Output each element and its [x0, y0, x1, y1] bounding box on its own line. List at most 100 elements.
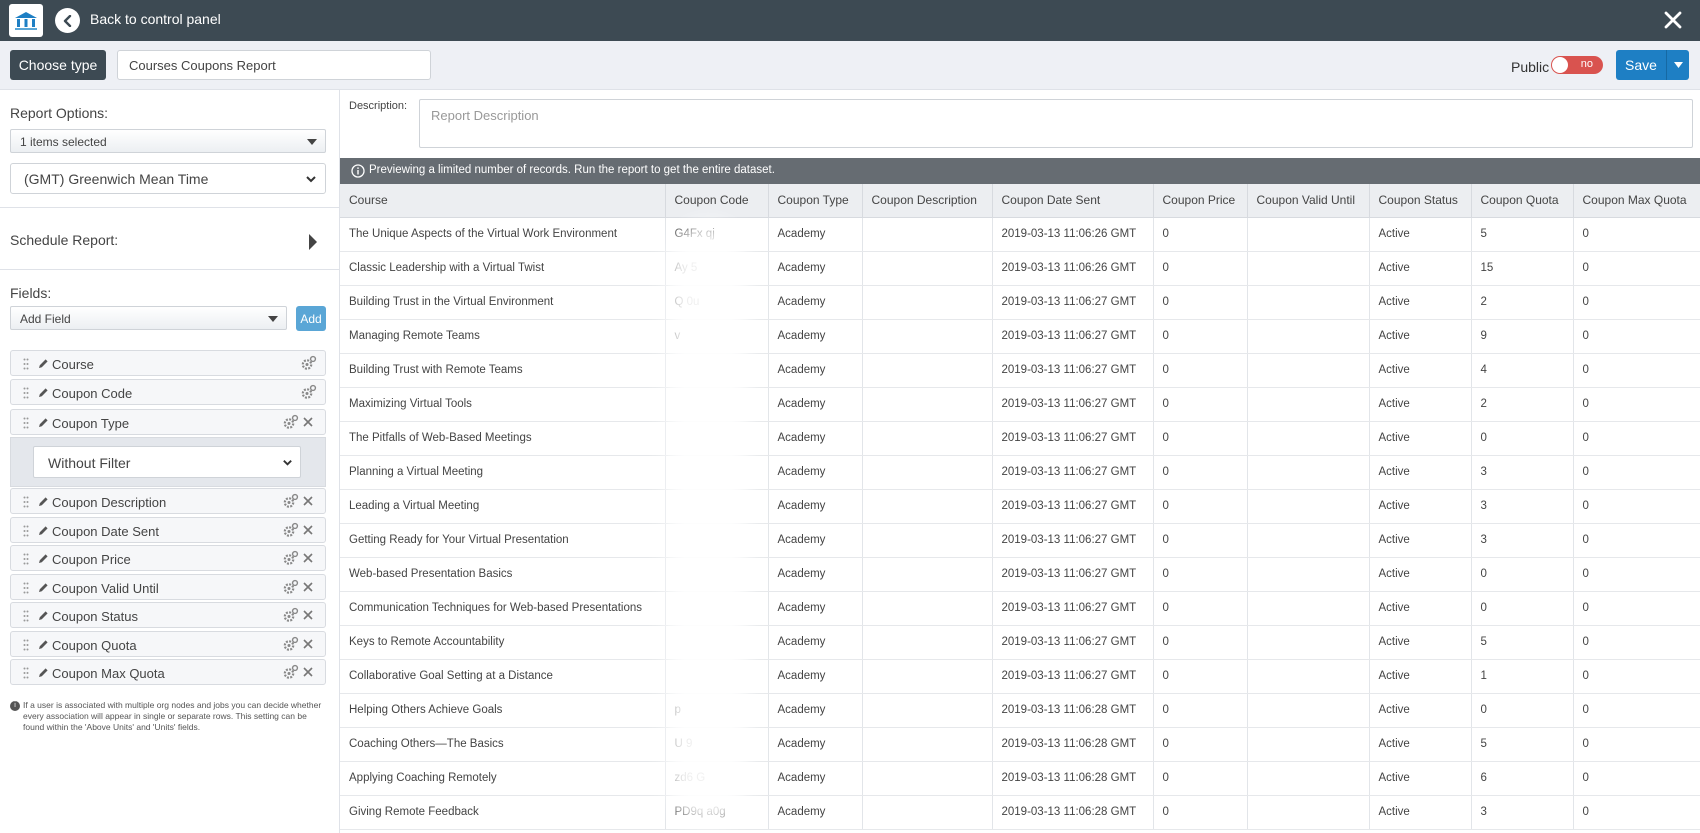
description-input[interactable] — [419, 99, 1693, 148]
edit-icon[interactable] — [38, 358, 49, 369]
table-row[interactable]: Planning a Virtual Meeting Academy 2019-03… — [340, 455, 1700, 490]
column-header[interactable]: Coupon Max Quota — [1573, 184, 1700, 218]
table-row[interactable]: Coaching Others—The Basics U 9 Academy 2019… — [340, 727, 1700, 762]
column-header[interactable]: Coupon Description — [862, 184, 993, 218]
save-button[interactable]: Save — [1616, 50, 1666, 80]
table-row[interactable]: Helping Others Achieve Goals p Academy 2019… — [340, 693, 1700, 728]
column-header[interactable]: Coupon Date Sent — [992, 184, 1154, 218]
table-row[interactable]: Maximizing Virtual Tools Academy 2019-03-1… — [340, 387, 1700, 422]
table-row[interactable]: Leading a Virtual Meeting Academy 2019-03-… — [340, 489, 1700, 524]
column-header[interactable]: Coupon Status — [1369, 184, 1472, 218]
edit-icon[interactable] — [38, 639, 49, 650]
field-item-coupon-quota[interactable]: Coupon Quota — [10, 631, 326, 657]
settings-gear-icon[interactable] — [282, 493, 299, 510]
drag-handle-icon[interactable] — [23, 610, 29, 622]
report-name-input[interactable] — [117, 50, 431, 80]
table-row[interactable]: Managing Remote Teams v Academy 2019-03-13 … — [340, 319, 1700, 354]
edit-icon[interactable] — [38, 610, 49, 621]
table-cell: Coaching Others—The Basics — [340, 727, 666, 762]
field-item-coupon-description[interactable]: Coupon Description — [10, 488, 326, 514]
table-cell — [862, 727, 993, 762]
column-header[interactable]: Coupon Price — [1153, 184, 1248, 218]
edit-icon[interactable] — [38, 387, 49, 398]
save-options-dropdown[interactable] — [1666, 50, 1689, 80]
table-row[interactable]: Web-based Presentation Basics Academy 2019… — [340, 557, 1700, 592]
field-item-course[interactable]: Course — [10, 350, 326, 376]
edit-icon[interactable] — [38, 496, 49, 507]
settings-gear-icon[interactable] — [282, 579, 299, 596]
remove-icon[interactable] — [302, 495, 314, 507]
remove-icon[interactable] — [302, 524, 314, 536]
add-field-button[interactable]: Add — [296, 306, 326, 331]
caret-down-icon — [307, 139, 317, 145]
remove-icon[interactable] — [302, 581, 314, 593]
field-item-coupon-price[interactable]: Coupon Price — [10, 545, 326, 571]
drag-handle-icon[interactable] — [23, 358, 29, 370]
edit-icon[interactable] — [38, 582, 49, 593]
settings-gear-icon[interactable] — [282, 636, 299, 653]
edit-icon[interactable] — [38, 667, 49, 678]
settings-gear-icon[interactable] — [282, 550, 299, 567]
table-cell: 2019-03-13 11:06:27 GMT — [992, 625, 1154, 660]
drag-handle-icon[interactable] — [23, 553, 29, 565]
edit-icon[interactable] — [38, 553, 49, 564]
app-logo[interactable] — [9, 4, 43, 37]
field-item-coupon-type[interactable]: Coupon Type — [10, 409, 326, 435]
public-toggle[interactable]: no — [1551, 56, 1603, 74]
drag-handle-icon[interactable] — [23, 387, 29, 399]
report-options-select[interactable]: 1 items selected — [10, 129, 326, 153]
table-row[interactable]: The Unique Aspects of the Virtual Work E… — [340, 217, 1700, 252]
remove-icon[interactable] — [302, 552, 314, 564]
settings-gear-icon[interactable] — [300, 384, 317, 401]
schedule-expand-arrow-icon[interactable] — [309, 234, 317, 250]
back-button[interactable] — [55, 8, 80, 33]
table-cell — [1247, 285, 1370, 320]
settings-gear-icon[interactable] — [282, 664, 299, 681]
remove-icon[interactable] — [302, 666, 314, 678]
column-header[interactable]: Coupon Quota — [1471, 184, 1574, 218]
settings-gear-icon[interactable] — [282, 414, 299, 431]
drag-handle-icon[interactable] — [23, 582, 29, 594]
field-item-coupon-code[interactable]: Coupon Code — [10, 379, 326, 405]
table-row[interactable]: Collaborative Goal Setting at a Distance… — [340, 659, 1700, 694]
note-text: If a user is associated with multiple or… — [23, 700, 322, 732]
table-row[interactable]: Building Trust with Remote Teams Academy 2… — [340, 353, 1700, 388]
close-icon[interactable] — [1660, 7, 1686, 33]
column-header[interactable]: Course — [340, 184, 666, 218]
table-row[interactable]: Getting Ready for Your Virtual Presentat… — [340, 523, 1700, 558]
column-header[interactable]: Coupon Type — [768, 184, 863, 218]
settings-gear-icon[interactable] — [282, 607, 299, 624]
table-row[interactable]: Communication Techniques for Web-based P… — [340, 591, 1700, 626]
choose-type-button[interactable]: Choose type — [10, 50, 106, 80]
table-row[interactable]: The Pitfalls of Web-Based Meetings Academ… — [340, 421, 1700, 456]
drag-handle-icon[interactable] — [23, 639, 29, 651]
back-to-control-panel-link[interactable]: Back to control panel — [90, 11, 221, 27]
edit-icon[interactable] — [38, 525, 49, 536]
drag-handle-icon[interactable] — [23, 667, 29, 679]
table-row[interactable]: Keys to Remote Accountability Academy 2019… — [340, 625, 1700, 660]
column-header[interactable]: Coupon Code — [665, 184, 769, 218]
field-item-coupon-max-quota[interactable]: Coupon Max Quota — [10, 659, 326, 685]
table-row[interactable]: Building Trust in the Virtual Environmen… — [340, 285, 1700, 320]
remove-icon[interactable] — [302, 416, 314, 428]
table-row[interactable]: Applying Coaching Remotely zd6 G Academy 20… — [340, 761, 1700, 796]
column-header[interactable]: Coupon Valid Until — [1247, 184, 1370, 218]
settings-gear-icon[interactable] — [282, 522, 299, 539]
timezone-select[interactable]: (GMT) Greenwich Mean Time — [10, 163, 326, 194]
field-item-coupon-status[interactable]: Coupon Status — [10, 602, 326, 628]
chevron-down-icon — [306, 176, 316, 183]
field-item-coupon-valid-until[interactable]: Coupon Valid Until — [10, 574, 326, 600]
table-row[interactable]: Giving Remote Feedback PD9q a0g Academy 201… — [340, 795, 1700, 830]
drag-handle-icon[interactable] — [23, 496, 29, 508]
edit-icon[interactable] — [38, 417, 49, 428]
remove-icon[interactable] — [302, 609, 314, 621]
field-item-coupon-date-sent[interactable]: Coupon Date Sent — [10, 517, 326, 543]
table-cell — [1247, 387, 1370, 422]
coupon-type-filter-select[interactable]: Without Filter — [33, 446, 301, 478]
remove-icon[interactable] — [302, 638, 314, 650]
table-row[interactable]: Classic Leadership with a Virtual Twist A… — [340, 251, 1700, 286]
drag-handle-icon[interactable] — [23, 525, 29, 537]
drag-handle-icon[interactable] — [23, 417, 29, 429]
add-field-select[interactable]: Add Field — [10, 306, 287, 330]
settings-gear-icon[interactable] — [300, 355, 317, 372]
